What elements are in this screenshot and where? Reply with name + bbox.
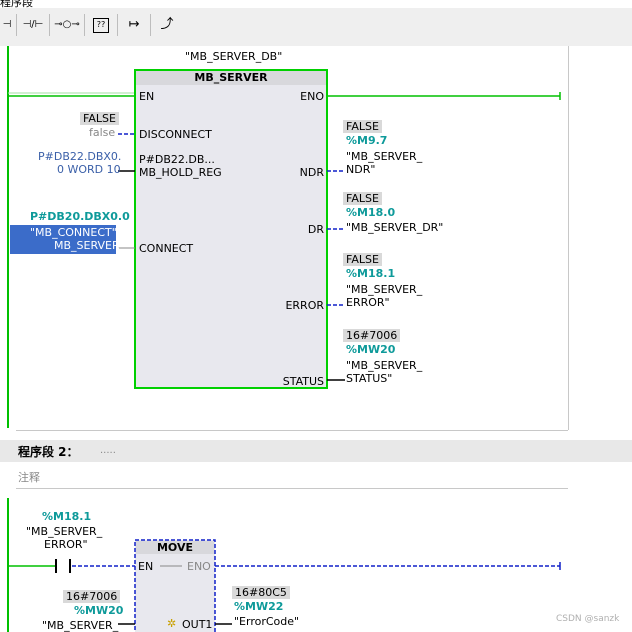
pin-connect: CONNECT — [139, 242, 194, 255]
move-in-symbol[interactable]: "MB_SERVER_ — [42, 619, 118, 632]
pin-ndr: NDR — [299, 166, 324, 179]
contact-symbol-line1[interactable]: "MB_SERVER_ — [26, 525, 102, 538]
dr-monitor-value: FALSE — [343, 192, 382, 205]
hold-reg-param-line1[interactable]: P#DB22.DBX0. — [38, 150, 121, 163]
move-title: MOVE — [156, 541, 194, 554]
add-output-star-icon[interactable]: ✲ — [167, 617, 176, 630]
network2-title-placeholder[interactable]: ..... — [100, 445, 116, 456]
hold-reg-param-line2[interactable]: 0 WORD 10 — [57, 163, 121, 176]
dr-symbol[interactable]: "MB_SERVER_DR" — [346, 221, 443, 234]
pin-error: ERROR — [285, 299, 324, 312]
network2-title[interactable]: 程序段 2： — [18, 443, 79, 460]
pin-mb-hold-reg: MB_HOLD_REG — [139, 166, 222, 179]
dr-address: %M18.0 — [346, 206, 396, 219]
move-in-address: %MW20 — [74, 604, 124, 617]
ndr-symbol-line1[interactable]: "MB_SERVER_ — [346, 150, 422, 163]
network2-header-band — [0, 440, 632, 462]
hold-reg-inside-value: P#DB22.DB... — [139, 153, 215, 166]
disconnect-monitor-value: FALSE — [80, 112, 119, 125]
ndr-address: %M9.7 — [346, 134, 388, 147]
watermark: CSDN @sanzk — [556, 614, 620, 624]
move-in-monitor-value: 16#7006 — [63, 590, 121, 603]
disconnect-param[interactable]: false — [89, 126, 115, 139]
error-symbol-line2[interactable]: ERROR" — [346, 296, 390, 309]
move-out-symbol[interactable]: "ErrorCode" — [234, 615, 299, 628]
error-address: %M18.1 — [346, 267, 396, 280]
connect-symbol-line1[interactable]: "MB_CONNECT". — [30, 226, 120, 239]
error-monitor-value: FALSE — [343, 253, 382, 266]
status-monitor-value: 16#7006 — [343, 329, 401, 342]
mb-server-title: MB_SERVER — [194, 71, 268, 84]
move-out-monitor-value: 16#80C5 — [232, 586, 290, 599]
ndr-symbol-line2[interactable]: NDR" — [346, 163, 375, 176]
pin-disconnect: DISCONNECT — [139, 128, 212, 141]
pin-status: STATUS — [282, 375, 324, 388]
instance-db-label: "MB_SERVER_DB" — [185, 50, 283, 63]
network2-comment[interactable]: 注释 — [18, 469, 40, 485]
pin-dr: DR — [307, 223, 324, 236]
move-pin-en: EN — [138, 560, 154, 573]
pin-en: EN — [139, 90, 155, 103]
contact-symbol-line2[interactable]: ERROR" — [44, 538, 88, 551]
contact-address: %M18.1 — [42, 510, 92, 523]
status-symbol-line1[interactable]: "MB_SERVER_ — [346, 359, 422, 372]
ndr-monitor-value: FALSE — [343, 120, 382, 133]
status-address: %MW20 — [346, 343, 396, 356]
move-pin-out1: OUT1 — [182, 618, 213, 631]
connect-address: P#DB20.DBX0.0 — [30, 210, 130, 223]
move-pin-eno: ENO — [187, 560, 211, 573]
pin-eno: ENO — [300, 90, 324, 103]
connect-symbol-line2[interactable]: MB_SERVER — [54, 239, 120, 252]
error-symbol-line1[interactable]: "MB_SERVER_ — [346, 283, 422, 296]
move-out-address: %MW22 — [234, 600, 284, 613]
status-symbol-line2[interactable]: STATUS" — [346, 372, 392, 385]
